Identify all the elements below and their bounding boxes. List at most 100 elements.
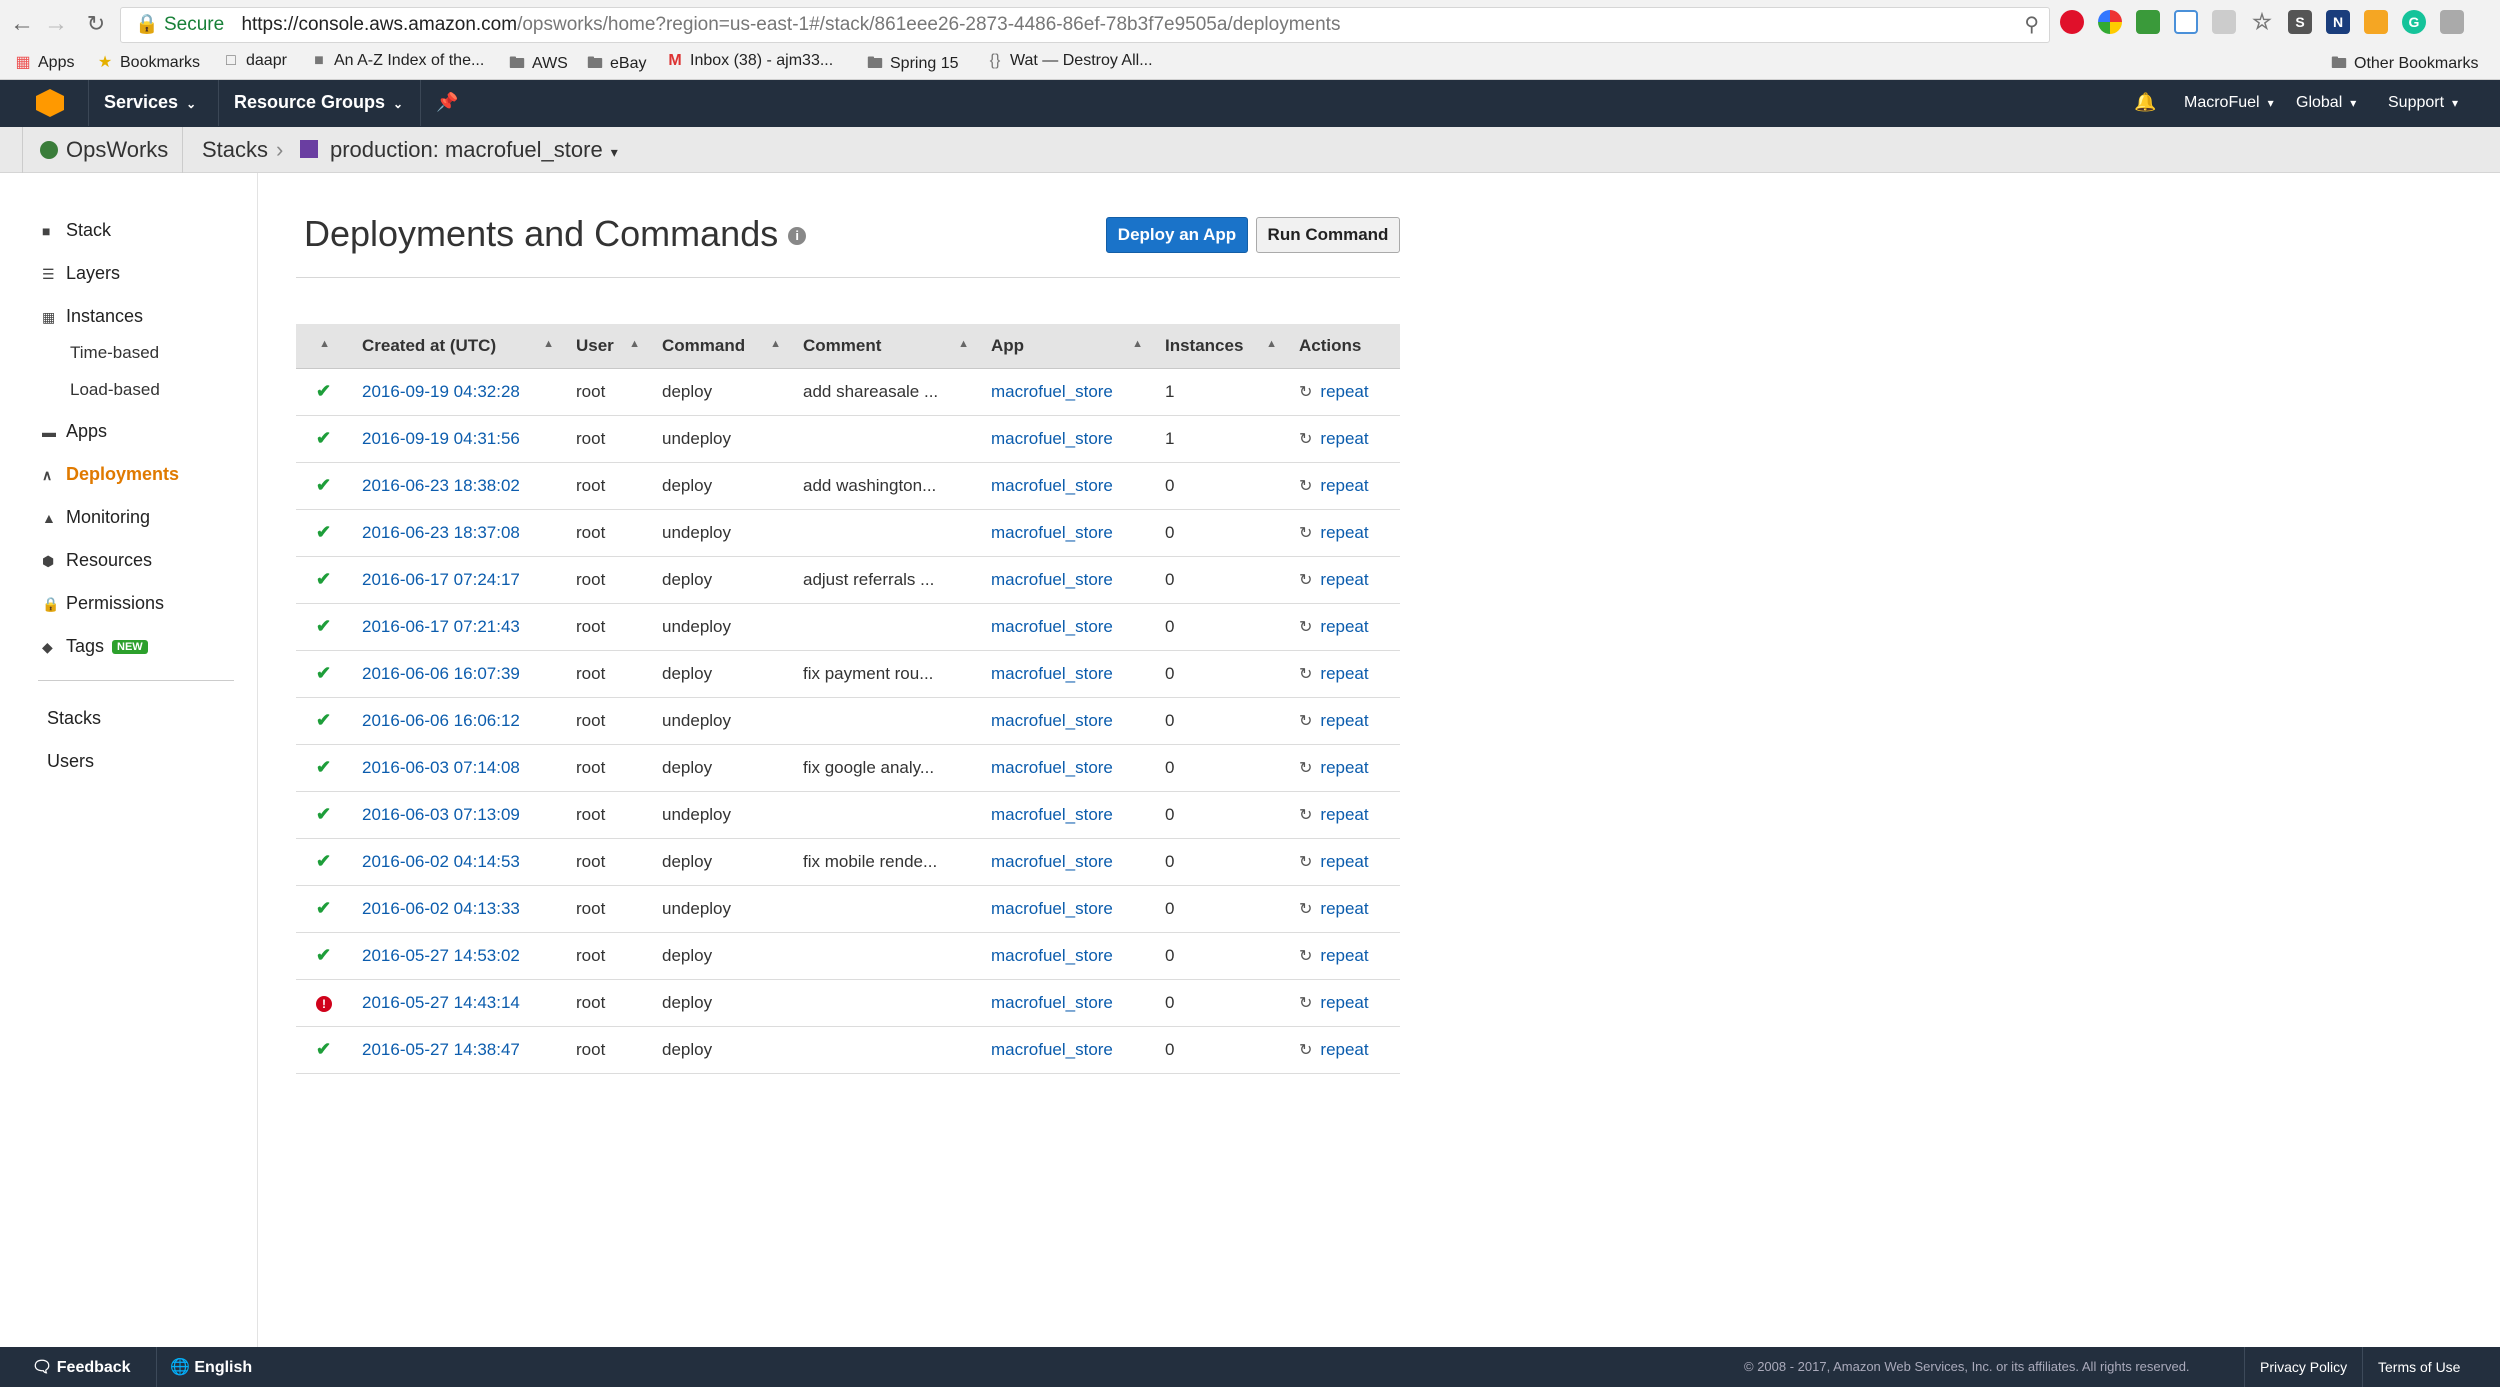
stacks-link[interactable]: Stacks [202, 137, 268, 163]
deployment-link[interactable]: 2016-06-06 16:06:12 [362, 711, 520, 730]
bookmark-item[interactable]: M Inbox (38) - ajm33... [666, 52, 833, 70]
sidebar-item-time-based[interactable]: Time-based [70, 343, 159, 363]
app-cell[interactable]: macrofuel_store [977, 650, 1151, 698]
actions-cell[interactable]: ↻ repeat [1285, 509, 1400, 557]
repeat-link[interactable]: repeat [1320, 758, 1368, 777]
sidebar-item-deployments[interactable]: ∧ Deployments [42, 464, 179, 485]
bookmark-item[interactable]: {} Wat — Destroy All... [986, 52, 1153, 70]
stack-selector[interactable]: production: macrofuel_store ▾ [300, 137, 618, 163]
sidebar-item-tags[interactable]: ◆ Tags NEW [42, 636, 148, 657]
app-cell[interactable]: macrofuel_store [977, 509, 1151, 557]
services-menu[interactable]: Services ⌄ [104, 92, 196, 113]
app-link[interactable]: macrofuel_store [991, 617, 1113, 636]
other-bookmarks[interactable]: 🖿 Other Bookmarks [2330, 52, 2479, 79]
repeat-link[interactable]: repeat [1320, 570, 1368, 589]
app-link[interactable]: macrofuel_store [991, 1040, 1113, 1059]
deployment-link[interactable]: 2016-06-17 07:24:17 [362, 570, 520, 589]
app-link[interactable]: macrofuel_store [991, 570, 1113, 589]
actions-cell[interactable]: ↻ repeat [1285, 885, 1400, 933]
bookmark-extension-icon[interactable] [2174, 10, 2198, 34]
app-column-header[interactable]: App ▲ [977, 324, 1151, 369]
app-cell[interactable]: macrofuel_store [977, 885, 1151, 933]
deployment-link[interactable]: 2016-06-02 04:14:53 [362, 852, 520, 871]
sidebar-item-apps[interactable]: ▬ Apps [42, 421, 107, 442]
actions-cell[interactable]: ↻ repeat [1285, 838, 1400, 886]
app-cell[interactable]: macrofuel_store [977, 979, 1151, 1027]
evernote-icon[interactable] [2136, 10, 2160, 34]
grid-extension-icon[interactable] [2212, 10, 2236, 34]
sidebar-item-layers[interactable]: ☰ Layers [42, 263, 120, 284]
account-menu[interactable]: MacroFuel ▾ [2184, 94, 2274, 112]
app-link[interactable]: macrofuel_store [991, 993, 1113, 1012]
repeat-link[interactable]: repeat [1320, 711, 1368, 730]
created-cell[interactable]: 2016-06-23 18:37:08 [348, 509, 562, 557]
search-icon[interactable]: ⚲ [2024, 8, 2039, 42]
forward-icon[interactable]: → [40, 8, 72, 40]
actions-cell[interactable]: ↻ repeat [1285, 368, 1400, 416]
pin-icon[interactable]: 📌 [436, 92, 458, 113]
back-icon[interactable]: ← [6, 8, 38, 40]
actions-cell[interactable]: ↻ repeat [1285, 462, 1400, 510]
actions-cell[interactable]: ↻ repeat [1285, 979, 1400, 1027]
instances-column-header[interactable]: Instances ▲ [1151, 324, 1285, 369]
comment-column-header[interactable]: Comment ▲ [789, 324, 977, 369]
deployment-link[interactable]: 2016-06-23 18:37:08 [362, 523, 520, 542]
bookmark-item[interactable]: 🖿 eBay [586, 52, 646, 79]
created-column-header[interactable]: Created at (UTC) ▲ [348, 324, 562, 369]
sidebar-item-users[interactable]: Users [47, 751, 94, 772]
bookmark-item[interactable]: ★ Bookmarks [96, 52, 200, 72]
deployment-link[interactable]: 2016-06-06 16:07:39 [362, 664, 520, 683]
counter-extension-icon[interactable] [2364, 10, 2388, 34]
actions-cell[interactable]: ↻ repeat [1285, 556, 1400, 604]
bookmark-item[interactable]: ▦ Apps [14, 52, 74, 72]
opera-extension-icon[interactable] [2060, 10, 2084, 34]
n-extension-icon[interactable]: N [2326, 10, 2350, 34]
user-column-header[interactable]: User ▲ [562, 324, 648, 369]
bookmark-item[interactable]: ■ An A-Z Index of the... [310, 52, 484, 70]
status-column-header[interactable]: ▲ [296, 324, 348, 369]
created-cell[interactable]: 2016-09-19 04:31:56 [348, 415, 562, 463]
app-link[interactable]: macrofuel_store [991, 852, 1113, 871]
repeat-link[interactable]: repeat [1320, 617, 1368, 636]
command-column-header[interactable]: Command ▲ [648, 324, 789, 369]
actions-cell[interactable]: ↻ repeat [1285, 650, 1400, 698]
deployment-link[interactable]: 2016-05-27 14:43:14 [362, 993, 520, 1012]
grammarly-icon[interactable]: G [2402, 10, 2426, 34]
deployment-link[interactable]: 2016-06-03 07:14:08 [362, 758, 520, 777]
sidebar-item-stack[interactable]: ■ Stack [42, 220, 111, 241]
app-cell[interactable]: macrofuel_store [977, 697, 1151, 745]
created-cell[interactable]: 2016-06-17 07:24:17 [348, 556, 562, 604]
resource-groups-menu[interactable]: Resource Groups ⌄ [234, 92, 403, 113]
app-link[interactable]: macrofuel_store [991, 711, 1113, 730]
deployment-link[interactable]: 2016-06-17 07:21:43 [362, 617, 520, 636]
repeat-link[interactable]: repeat [1320, 382, 1368, 401]
privacy-policy-link[interactable]: Privacy Policy [2260, 1359, 2347, 1375]
app-cell[interactable]: macrofuel_store [977, 791, 1151, 839]
reload-icon[interactable]: ↻ [80, 8, 112, 40]
deployment-link[interactable]: 2016-06-23 18:38:02 [362, 476, 520, 495]
sidebar-item-load-based[interactable]: Load-based [70, 380, 160, 400]
repeat-link[interactable]: repeat [1320, 1040, 1368, 1059]
sidebar-item-monitoring[interactable]: ▲ Monitoring [42, 507, 150, 528]
sidebar-item-stacks[interactable]: Stacks [47, 708, 101, 729]
repeat-link[interactable]: repeat [1320, 946, 1368, 965]
deployment-link[interactable]: 2016-06-02 04:13:33 [362, 899, 520, 918]
app-cell[interactable]: macrofuel_store [977, 415, 1151, 463]
feedback-button[interactable]: 🗨 Feedback [32, 1357, 131, 1377]
app-link[interactable]: macrofuel_store [991, 476, 1113, 495]
actions-cell[interactable]: ↻ repeat [1285, 1026, 1400, 1074]
created-cell[interactable]: 2016-06-02 04:14:53 [348, 838, 562, 886]
camera-extension-icon[interactable] [2440, 10, 2464, 34]
repeat-link[interactable]: repeat [1320, 476, 1368, 495]
created-cell[interactable]: 2016-09-19 04:32:28 [348, 368, 562, 416]
app-link[interactable]: macrofuel_store [991, 758, 1113, 777]
app-cell[interactable]: macrofuel_store [977, 1026, 1151, 1074]
deploy-app-button[interactable]: Deploy an App [1106, 217, 1248, 253]
bookmark-item[interactable]: 🖿 AWS [508, 52, 568, 79]
app-cell[interactable]: macrofuel_store [977, 556, 1151, 604]
created-cell[interactable]: 2016-06-06 16:07:39 [348, 650, 562, 698]
app-cell[interactable]: macrofuel_store [977, 603, 1151, 651]
region-menu[interactable]: Global ▾ [2296, 94, 2356, 112]
sidebar-item-permissions[interactable]: 🔒 Permissions [42, 593, 164, 614]
app-link[interactable]: macrofuel_store [991, 899, 1113, 918]
